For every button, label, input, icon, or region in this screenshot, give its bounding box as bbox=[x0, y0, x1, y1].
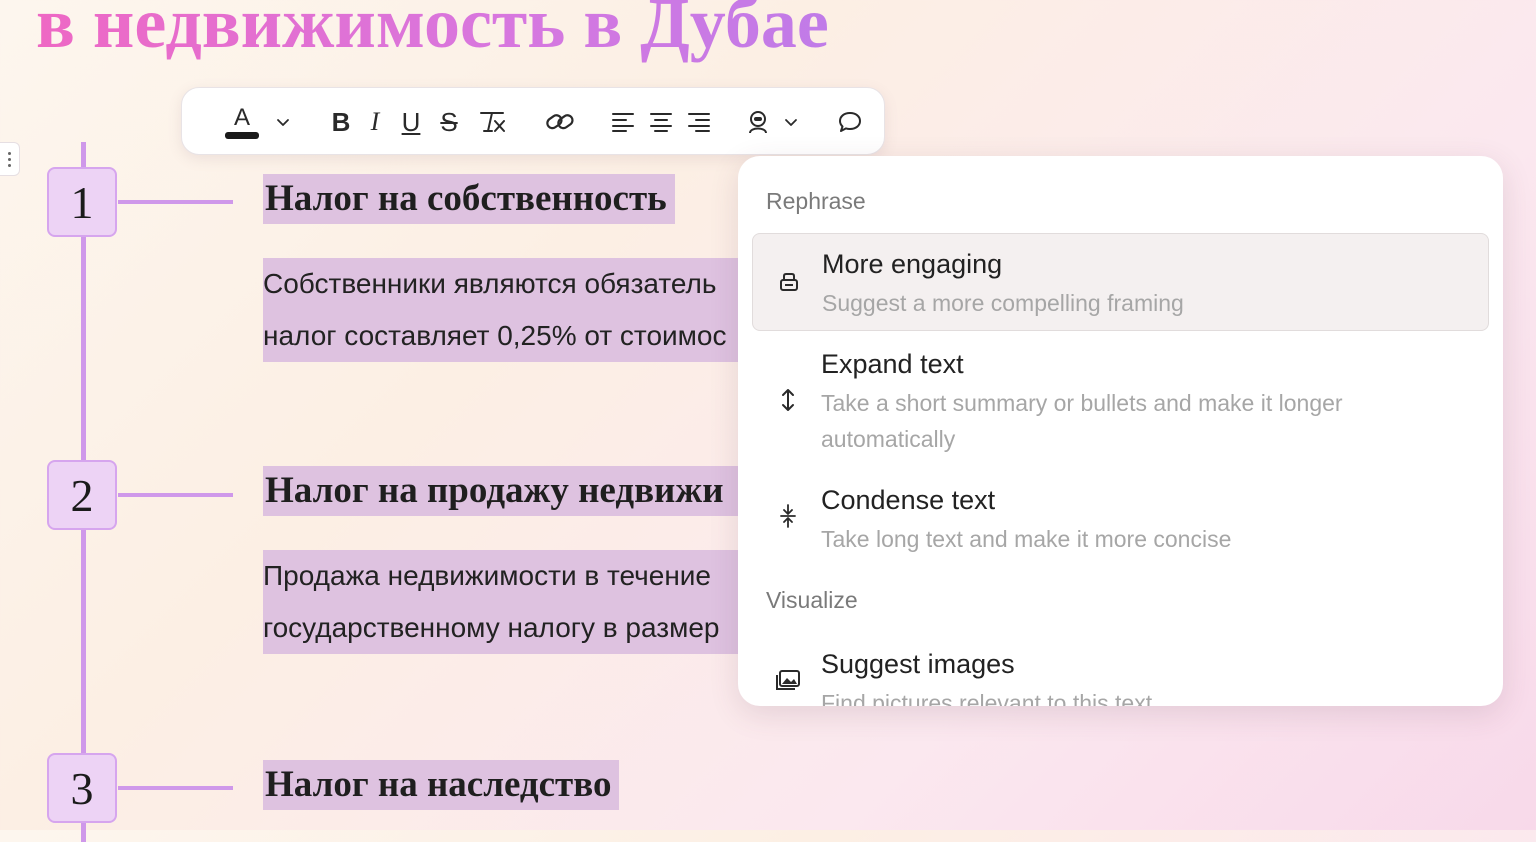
align-right-icon bbox=[688, 113, 710, 132]
engaging-icon bbox=[775, 268, 803, 296]
chevron-down-icon bbox=[277, 119, 289, 126]
condense-vertical-icon bbox=[774, 502, 802, 530]
link-button[interactable] bbox=[542, 102, 578, 142]
link-icon bbox=[546, 114, 574, 130]
bold-icon: B bbox=[331, 107, 351, 137]
menu-item-title: Expand text bbox=[821, 349, 964, 379]
step-paragraph-2[interactable]: Продажа недвижимости в течение государст… bbox=[263, 550, 738, 654]
ai-assistant-icon bbox=[749, 111, 767, 134]
menu-item-description: Take long text and make it more concise bbox=[821, 526, 1232, 552]
paragraph-line: налог составляет 0,25% от стоимос bbox=[263, 310, 738, 362]
step-connector bbox=[118, 493, 233, 497]
step-heading-3[interactable]: Налог на наследство bbox=[263, 760, 620, 810]
underline-icon: U bbox=[401, 107, 421, 137]
align-center-icon bbox=[650, 113, 672, 132]
menu-item-suggest-images[interactable]: Suggest images Find pictures relevant to… bbox=[752, 636, 1489, 706]
dot bbox=[8, 163, 11, 167]
step-paragraph-1[interactable]: Собственники являются обязатель налог со… bbox=[263, 258, 738, 362]
text-color-button[interactable]: A bbox=[222, 102, 262, 142]
menu-item-title: More engaging bbox=[822, 249, 1003, 279]
paragraph-line: Собственники являются обязатель bbox=[263, 258, 738, 310]
align-left-icon bbox=[612, 113, 634, 132]
clear-format-icon bbox=[480, 112, 505, 132]
text-color-dropdown[interactable] bbox=[270, 102, 296, 142]
underline-button[interactable]: U bbox=[396, 102, 426, 142]
menu-item-title: Condense text bbox=[821, 485, 996, 515]
menu-item-description: Suggest a more compelling framing bbox=[822, 290, 1184, 316]
chevron-down-icon bbox=[785, 119, 797, 126]
italic-icon: I bbox=[370, 107, 380, 136]
menu-item-title: Suggest images bbox=[821, 649, 1015, 679]
block-drag-handle[interactable] bbox=[0, 142, 20, 176]
italic-button[interactable]: I bbox=[360, 102, 390, 142]
clear-format-button[interactable] bbox=[476, 102, 510, 142]
align-right-button[interactable] bbox=[684, 102, 714, 142]
step-heading-1[interactable]: Налог на собственность bbox=[263, 174, 675, 224]
ai-actions-menu: Rephrase More engaging Suggest a more co… bbox=[738, 156, 1503, 706]
step-number-2: 2 bbox=[47, 460, 117, 530]
section-label-visualize: Visualize bbox=[766, 587, 858, 613]
step-number-1: 1 bbox=[47, 167, 117, 237]
menu-item-description: Take a short summary or bullets and make… bbox=[821, 390, 1343, 452]
step-connector bbox=[118, 786, 233, 790]
paragraph-line: Продажа недвижимости в течение bbox=[263, 550, 738, 602]
menu-item-description: Find pictures relevant to this text bbox=[821, 690, 1153, 706]
strikethrough-button[interactable]: S bbox=[434, 102, 464, 142]
step-heading-2[interactable]: Налог на продажу недвижи bbox=[263, 466, 738, 516]
color-swatch bbox=[225, 131, 259, 139]
paragraph-line: государственному налогу в размер bbox=[263, 602, 738, 654]
page-title: в недвижимость в Дубае bbox=[36, 0, 829, 68]
formatting-toolbar: A B I U S bbox=[181, 87, 885, 155]
section-label-rephrase: Rephrase bbox=[766, 188, 866, 214]
expand-vertical-icon bbox=[774, 386, 802, 414]
menu-item-expand-text[interactable]: Expand text Take a short summary or bull… bbox=[752, 336, 1489, 460]
dot bbox=[8, 157, 11, 161]
text-color-icon: A bbox=[233, 103, 250, 131]
dot bbox=[8, 151, 11, 155]
step-connector bbox=[118, 200, 233, 204]
align-center-button[interactable] bbox=[646, 102, 676, 142]
align-left-button[interactable] bbox=[608, 102, 638, 142]
strikethrough-icon: S bbox=[440, 107, 458, 137]
menu-item-condense-text[interactable]: Condense text Take long text and make it… bbox=[752, 472, 1489, 558]
ai-assistant-dropdown[interactable] bbox=[778, 102, 804, 142]
menu-item-more-engaging[interactable]: More engaging Suggest a more compelling … bbox=[752, 233, 1489, 331]
step-number-3: 3 bbox=[47, 753, 117, 823]
ai-assistant-button[interactable] bbox=[742, 102, 774, 142]
image-icon bbox=[774, 666, 802, 694]
comment-button[interactable] bbox=[834, 102, 866, 142]
comment-icon bbox=[839, 112, 861, 132]
bold-button[interactable]: B bbox=[326, 102, 356, 142]
